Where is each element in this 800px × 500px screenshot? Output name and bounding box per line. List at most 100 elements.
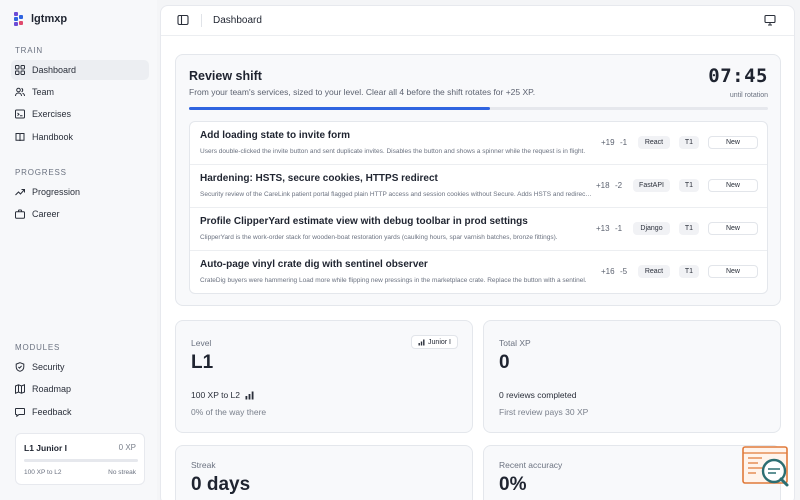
total-xp-card: Total XP 0 0 reviews completed First rev… bbox=[483, 320, 781, 433]
monitor-icon[interactable] bbox=[764, 14, 776, 26]
shift-title: Review shift bbox=[189, 69, 262, 83]
lines-added: +19 bbox=[601, 138, 615, 147]
reviews-completed: 0 reviews completed bbox=[499, 390, 576, 400]
sidebar-item-label: Team bbox=[32, 87, 55, 97]
sidebar-item-handbook[interactable]: Handbook bbox=[11, 127, 149, 147]
xp-value: 0 XP bbox=[118, 443, 136, 452]
briefcase-icon bbox=[15, 209, 25, 219]
sidebar-item-label: Roadmap bbox=[32, 384, 72, 394]
sidebar-item-team[interactable]: Team bbox=[11, 82, 149, 102]
stat-label: Level bbox=[191, 338, 212, 348]
framework-tag: FastAPI bbox=[633, 179, 670, 192]
users-icon bbox=[15, 87, 25, 97]
task-description: CrateDig buyers were hammering Load more… bbox=[200, 277, 587, 284]
level-percent: 0% of the way there bbox=[191, 407, 267, 417]
rank-badge-label: Junior I bbox=[428, 338, 451, 346]
streak-card: Streak 0 days bbox=[175, 445, 473, 500]
section-label-progress: PROGRESS bbox=[15, 168, 67, 177]
topbar-divider bbox=[201, 14, 202, 27]
framework-tag: Django bbox=[633, 222, 670, 235]
task-row[interactable]: Profile ClipperYard estimate view with d… bbox=[190, 208, 767, 251]
main-panel: Dashboard Review shift From your team's … bbox=[160, 5, 795, 500]
accuracy-card: Recent accuracy 0% bbox=[483, 445, 781, 500]
task-title: Profile ClipperYard estimate view with d… bbox=[200, 216, 528, 227]
stat-value: L1 bbox=[191, 352, 214, 373]
trend-icon bbox=[15, 189, 25, 196]
sidebar-item-label: Dashboard bbox=[32, 65, 77, 75]
terminal-icon bbox=[15, 109, 25, 119]
reviews-completed-text: 0 reviews completed bbox=[499, 390, 577, 400]
stat-label: Recent accuracy bbox=[499, 460, 563, 470]
map-icon bbox=[15, 384, 25, 394]
sidebar-item-label: Security bbox=[32, 362, 65, 372]
app-name: lgtmxp bbox=[31, 13, 68, 25]
sidebar-item-label: Feedback bbox=[32, 407, 72, 417]
status-badge: New bbox=[708, 136, 758, 149]
task-title: Add loading state to invite form bbox=[200, 130, 351, 141]
sidebar-item-career[interactable]: Career bbox=[11, 204, 149, 224]
task-description: Security review of the CareLink patient … bbox=[200, 191, 592, 198]
sidebar-item-label: Progression bbox=[32, 187, 81, 197]
sidebar-item-label: Career bbox=[32, 209, 60, 219]
level-card: Level L1 Junior I 100 XP to L2 0% of the… bbox=[175, 320, 473, 433]
level-progress-text: 100 XP to L2 bbox=[191, 390, 254, 400]
sidebar-item-roadmap[interactable]: Roadmap bbox=[11, 379, 149, 399]
sidebar-item-feedback[interactable]: Feedback bbox=[11, 402, 149, 422]
lines-added: +16 bbox=[601, 267, 615, 276]
framework-tag: React bbox=[638, 265, 670, 278]
code-review-helper-icon[interactable] bbox=[741, 445, 791, 489]
task-description: ClipperYard is the work-order stack for … bbox=[200, 234, 558, 241]
lines-removed: -2 bbox=[615, 181, 623, 190]
xp-to-next-level: 100 XP to L2 bbox=[191, 390, 240, 400]
level-summary-card[interactable]: L1 Junior I 0 XP 100 XP to L2 No streak bbox=[15, 433, 145, 485]
page-title: Dashboard bbox=[213, 15, 262, 26]
shift-progress-fill bbox=[189, 107, 491, 110]
lines-removed: -1 bbox=[620, 138, 628, 147]
section-label-train: TRAIN bbox=[15, 46, 43, 55]
stat-value: 0 bbox=[499, 352, 510, 373]
first-review-reward: First review pays 30 XP bbox=[499, 407, 589, 417]
tier-tag: T1 bbox=[679, 222, 699, 235]
status-badge: New bbox=[708, 222, 758, 235]
sidebar-item-progression[interactable]: Progression bbox=[11, 182, 149, 202]
stat-label: Streak bbox=[191, 460, 216, 470]
task-row[interactable]: Auto-page vinyl crate dig with sentinel … bbox=[190, 251, 767, 293]
shift-timer: 07:45 bbox=[708, 65, 768, 87]
shield-icon bbox=[15, 362, 25, 372]
sidebar-item-label: Handbook bbox=[32, 132, 74, 142]
stat-label: Total XP bbox=[499, 338, 531, 348]
task-description: Users double-clicked the invite button a… bbox=[200, 148, 586, 155]
sidebar-item-security[interactable]: Security bbox=[11, 357, 149, 377]
rank-icon bbox=[418, 339, 425, 345]
shift-progress-bar bbox=[189, 107, 768, 110]
lines-added: +18 bbox=[596, 181, 610, 190]
stat-value: 0% bbox=[499, 474, 527, 495]
timer-caption: until rotation bbox=[729, 92, 768, 99]
level-progress-bar bbox=[24, 459, 138, 462]
framework-tag: React bbox=[638, 136, 670, 149]
rank-badge: Junior I bbox=[411, 335, 458, 349]
tier-tag: T1 bbox=[679, 265, 699, 278]
sidebar-item-exercises[interactable]: Exercises bbox=[11, 104, 149, 124]
grid-icon bbox=[15, 65, 25, 75]
sidebar: lgtmxp TRAIN Dashboard Team Exercises Ha… bbox=[0, 0, 157, 500]
sidebar-toggle-icon[interactable] bbox=[177, 14, 189, 26]
brand[interactable]: lgtmxp bbox=[14, 12, 67, 26]
book-icon bbox=[15, 133, 25, 142]
sidebar-item-dashboard[interactable]: Dashboard bbox=[11, 60, 149, 80]
task-list: Add loading state to invite form Users d… bbox=[189, 121, 768, 294]
topbar: Dashboard bbox=[161, 6, 794, 36]
level-title: L1 Junior I bbox=[24, 443, 67, 453]
tier-tag: T1 bbox=[679, 179, 699, 192]
task-row[interactable]: Hardening: HSTS, secure cookies, HTTPS r… bbox=[190, 165, 767, 208]
lines-added: +13 bbox=[596, 224, 610, 233]
bar-chart-icon bbox=[245, 391, 254, 399]
task-title: Hardening: HSTS, secure cookies, HTTPS r… bbox=[200, 173, 438, 184]
review-shift-card: Review shift From your team's services, … bbox=[175, 54, 781, 306]
task-title: Auto-page vinyl crate dig with sentinel … bbox=[200, 259, 428, 270]
shift-subtitle: From your team's services, sized to your… bbox=[189, 87, 536, 97]
logo-icon bbox=[14, 12, 25, 26]
task-row[interactable]: Add loading state to invite form Users d… bbox=[190, 122, 767, 165]
tier-tag: T1 bbox=[679, 136, 699, 149]
lines-removed: -5 bbox=[620, 267, 628, 276]
